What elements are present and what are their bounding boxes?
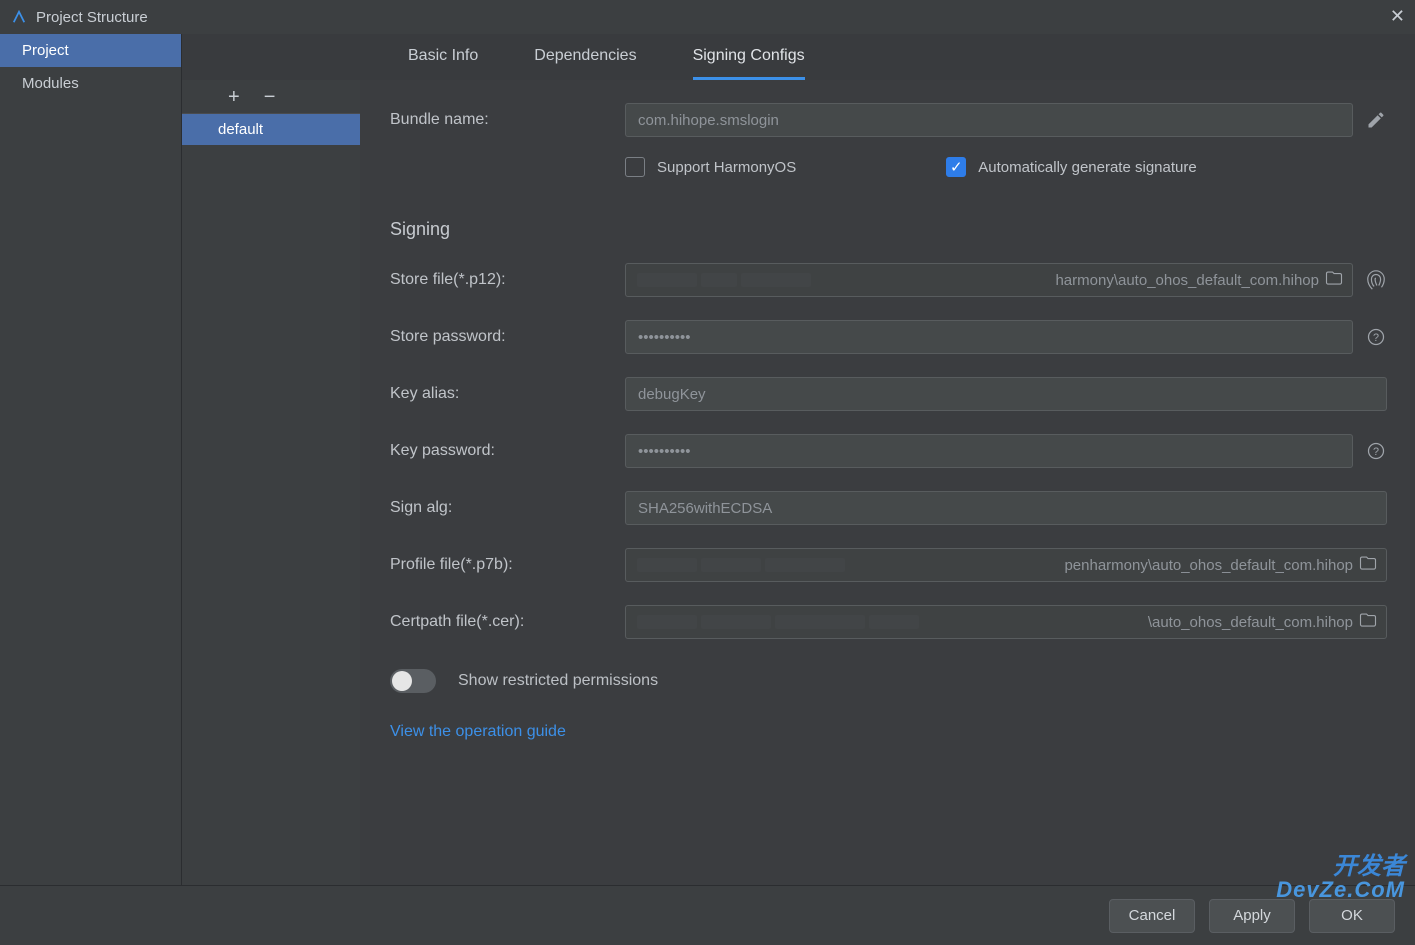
tab-dependencies[interactable]: Dependencies <box>534 34 636 80</box>
folder-icon[interactable] <box>1325 269 1343 292</box>
cert-file-label: Certpath file(*.cer): <box>390 613 625 631</box>
config-list-panel: + − default <box>182 80 360 885</box>
dialog-footer: Cancel Apply OK <box>0 885 1415 945</box>
cancel-button[interactable]: Cancel <box>1109 899 1195 933</box>
close-icon[interactable]: ✕ <box>1390 6 1405 27</box>
auto-generate-signature-checkbox[interactable]: ✓ Automatically generate signature <box>946 157 1196 177</box>
store-password-input[interactable] <box>625 320 1353 354</box>
remove-config-icon[interactable]: − <box>264 87 276 107</box>
support-harmony-checkbox[interactable]: Support HarmonyOS <box>625 157 796 177</box>
store-password-label: Store password: <box>390 328 625 346</box>
help-icon[interactable]: ? <box>1365 440 1387 462</box>
svg-text:?: ? <box>1373 332 1379 344</box>
titlebar: Project Structure ✕ <box>0 0 1415 34</box>
restricted-permissions-label: Show restricted permissions <box>458 672 658 690</box>
left-nav: Project Modules <box>0 34 182 885</box>
signing-section-title: Signing <box>390 219 1387 240</box>
nav-item-project[interactable]: Project <box>0 34 181 67</box>
restricted-permissions-toggle[interactable] <box>390 669 436 693</box>
ok-button[interactable]: OK <box>1309 899 1395 933</box>
checkbox-icon <box>625 157 645 177</box>
svg-text:?: ? <box>1373 446 1379 458</box>
edit-icon[interactable] <box>1365 109 1387 131</box>
config-item-default[interactable]: default <box>182 114 360 145</box>
sign-alg-input[interactable] <box>625 491 1387 525</box>
main-form: Bundle name: Support HarmonyOS <box>360 80 1415 885</box>
store-file-label: Store file(*.p12): <box>390 271 625 289</box>
checkbox-checked-icon: ✓ <box>946 157 966 177</box>
key-password-label: Key password: <box>390 442 625 460</box>
fingerprint-icon[interactable] <box>1365 269 1387 291</box>
window-title: Project Structure <box>36 9 148 26</box>
app-logo-icon <box>12 10 26 24</box>
apply-button[interactable]: Apply <box>1209 899 1295 933</box>
folder-icon[interactable] <box>1359 554 1377 577</box>
tabs: Basic Info Dependencies Signing Configs <box>360 34 1415 80</box>
key-alias-label: Key alias: <box>390 385 625 403</box>
bundle-name-label: Bundle name: <box>390 111 625 129</box>
add-config-icon[interactable]: + <box>228 87 240 107</box>
profile-file-label: Profile file(*.p7b): <box>390 556 625 574</box>
nav-item-modules[interactable]: Modules <box>0 67 181 100</box>
bundle-name-input[interactable] <box>625 103 1353 137</box>
sign-alg-label: Sign alg: <box>390 499 625 517</box>
tab-basic-info[interactable]: Basic Info <box>408 34 478 80</box>
key-password-input[interactable] <box>625 434 1353 468</box>
folder-icon[interactable] <box>1359 611 1377 634</box>
tab-signing-configs[interactable]: Signing Configs <box>693 34 805 80</box>
key-alias-input[interactable] <box>625 377 1387 411</box>
operation-guide-link[interactable]: View the operation guide <box>390 723 566 741</box>
help-icon[interactable]: ? <box>1365 326 1387 348</box>
